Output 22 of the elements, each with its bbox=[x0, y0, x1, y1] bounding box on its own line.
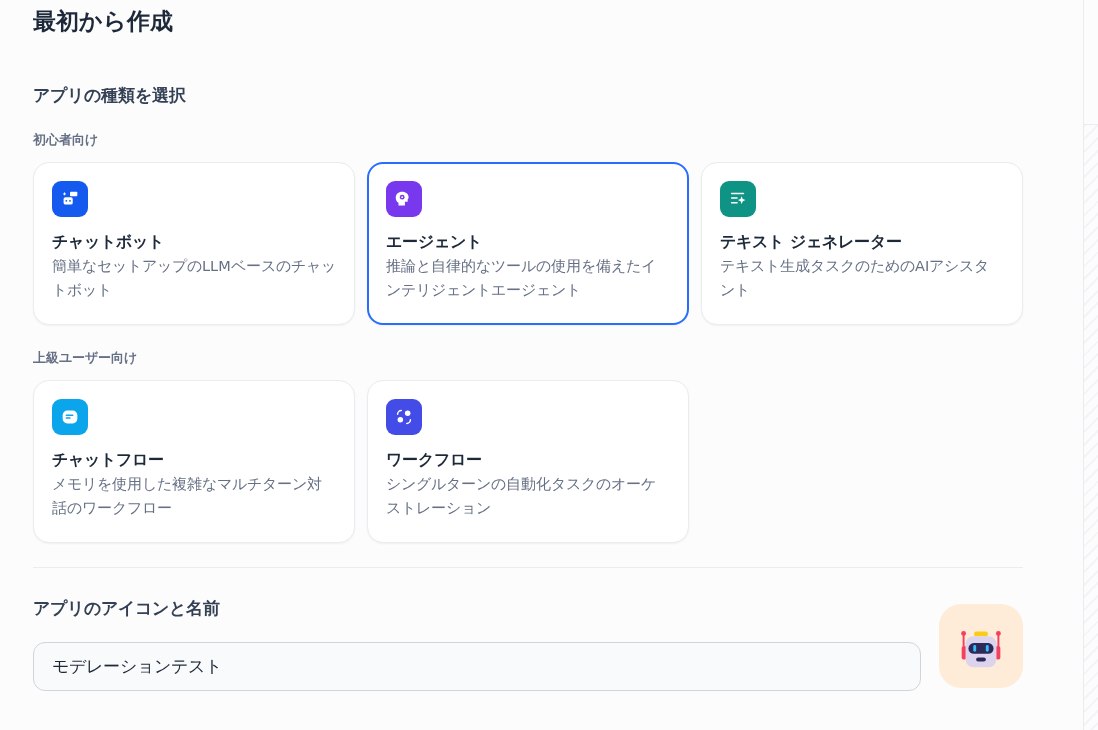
section-heading: アプリのアイコンと名前 bbox=[33, 597, 221, 620]
card-description: 推論と自律的なツールの使用を備えたインテリジェントエージェント bbox=[386, 257, 657, 300]
app-type-card[interactable]: テキスト ジェネレーター テキスト生成タスクのためのAIアシスタント bbox=[701, 162, 1023, 325]
card-description: テキスト生成タスクのためのAIアシスタント bbox=[720, 257, 991, 300]
card-title: ワークフロー bbox=[386, 449, 483, 471]
card-title: テキスト ジェネレーター bbox=[720, 231, 903, 253]
page-title: 最初から作成 bbox=[33, 7, 174, 36]
card-description: シングルターンの自動化タスクのオーケストレーション bbox=[386, 475, 657, 518]
group-label: 上級ユーザー向け bbox=[33, 349, 138, 367]
group-label: 初心者向け bbox=[33, 131, 99, 149]
app-type-card[interactable]: エージェント 推論と自律的なツールの使用を備えたインテリジェントエージェント bbox=[367, 162, 689, 325]
app-type-card[interactable]: チャットボット 簡単なセットアップのLLMベースのチャットボット bbox=[33, 162, 355, 325]
section-heading: アプリの種類を選択 bbox=[33, 84, 187, 107]
app-name-field[interactable]: モデレーションテスト bbox=[33, 642, 921, 691]
card-title: チャットボット bbox=[52, 231, 165, 253]
card-title: エージェント bbox=[386, 231, 483, 253]
card-description: 簡単なセットアップのLLMベースのチャットボット bbox=[52, 257, 336, 300]
app-type-card[interactable]: チャットフロー メモリを使用した複雑なマルチターン対話のワークフロー bbox=[33, 380, 355, 543]
app-icon-button[interactable] bbox=[939, 604, 1023, 688]
card-description: メモリを使用した複雑なマルチターン対話のワークフロー bbox=[52, 475, 323, 518]
card-title: チャットフロー bbox=[52, 449, 165, 471]
app-type-card[interactable]: ワークフロー シングルターンの自動化タスクのオーケストレーション bbox=[367, 380, 689, 543]
